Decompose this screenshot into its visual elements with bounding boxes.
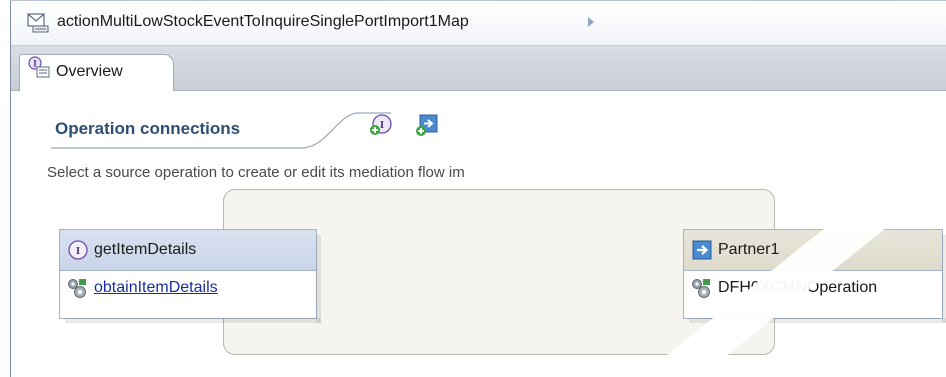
section-title: Operation connections (55, 119, 241, 138)
editor-title-bar: actionMultiLowStockEventToInquireSingleP… (11, 1, 946, 46)
editor-title: actionMultiLowStockEventToInquireSingleP… (57, 13, 469, 30)
add-interface-icon[interactable]: I (369, 113, 393, 137)
chevron-right-icon[interactable] (587, 16, 595, 28)
target-operation-row[interactable]: DFH0XCMNOperation (684, 271, 942, 305)
interface-icon: I (68, 240, 88, 260)
interface-tab-icon: I (28, 56, 50, 78)
add-reference-icon[interactable] (415, 113, 439, 137)
operation-gears-icon (68, 279, 86, 298)
source-interface-name: getItemDetails (94, 241, 197, 258)
target-partner-name: Partner1 (718, 241, 780, 258)
overview-content: Operation connections I Select a source … (11, 91, 946, 377)
source-operation-row[interactable]: obtainItemDetails (60, 271, 316, 305)
svg-text:I: I (380, 119, 384, 131)
target-partner-header: Partner1 (684, 230, 942, 271)
mediation-flow-editor: actionMultiLowStockEventToInquireSingleP… (0, 0, 946, 377)
reference-partner-icon (692, 240, 712, 260)
source-interface-header: I getItemDetails (60, 230, 316, 271)
source-operation-link[interactable]: obtainItemDetails (94, 279, 218, 297)
tab-overview[interactable]: I Overview (19, 54, 174, 91)
section-description: Select a source operation to create or e… (47, 164, 465, 181)
target-partner-box: Partner1 DFH0XCMNOperation (683, 229, 946, 323)
svg-text:I: I (76, 245, 80, 257)
tab-overview-label: Overview (56, 63, 123, 80)
operation-gears-icon (692, 279, 710, 298)
source-interface-box: I getItemDetails obtainItemDetails (59, 229, 321, 323)
editor-tab-strip: I Overview (11, 46, 946, 91)
target-operation-name: DFH0XCMNOperation (718, 279, 878, 296)
mediation-map-icon (27, 13, 49, 33)
